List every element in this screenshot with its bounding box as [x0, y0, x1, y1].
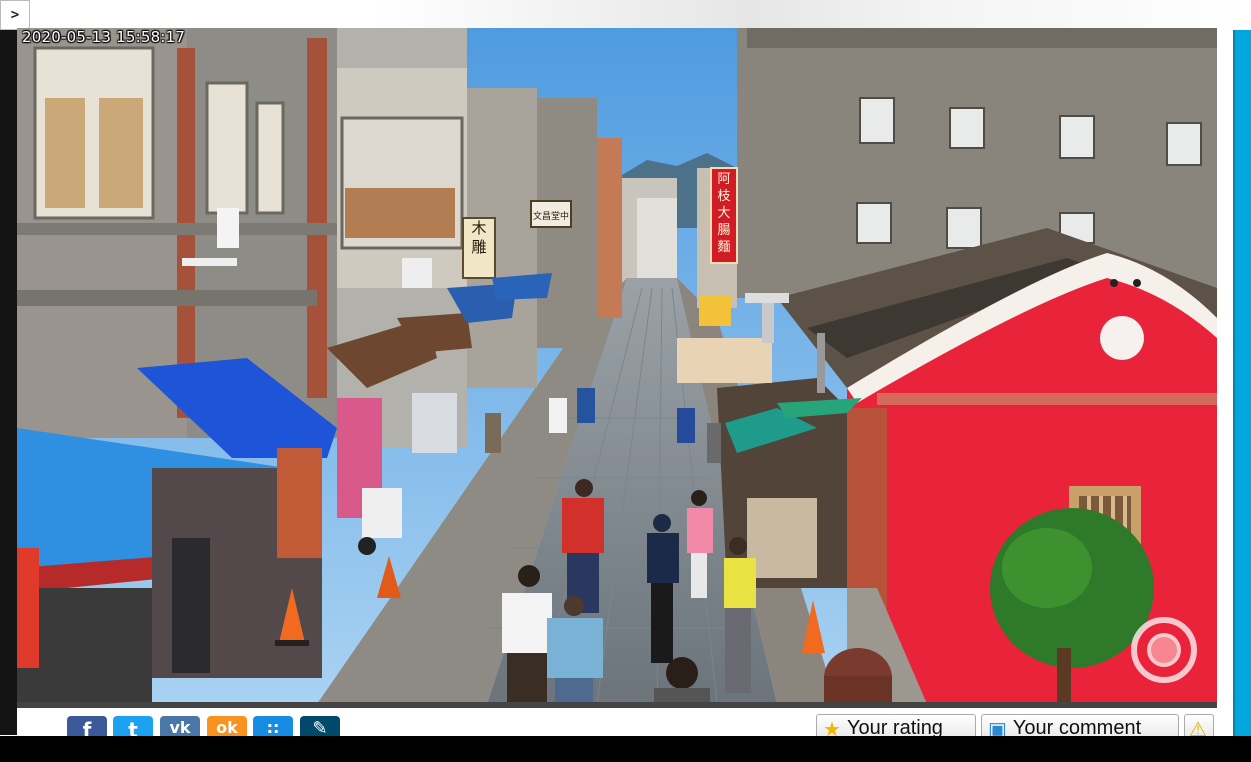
vk-icon: vk — [169, 718, 191, 737]
left-rail — [0, 30, 17, 735]
record-button[interactable] — [1131, 617, 1197, 683]
moimir-icon: :: — [266, 718, 280, 737]
scrollbar[interactable] — [1233, 30, 1251, 736]
video-timestamp: 2020-05-13 15:58:17 — [22, 28, 186, 46]
odnoklassniki-icon: ok — [216, 718, 238, 737]
street-scene: 木雕 文昌堂中 阿枝大腸麵 — [17, 28, 1217, 704]
bottom-bar — [0, 736, 1251, 762]
toolbar: f t vk ok :: ✎ ★ Your rating ▣ Your comm… — [17, 708, 1233, 742]
page: > 木雕 文昌堂中 阿枝大腸麵 2020-05-13 15:58:17 f t … — [0, 0, 1251, 762]
expand-panel-button[interactable]: > — [0, 0, 30, 30]
shop-sign-3: 阿枝大腸麵 — [717, 172, 730, 255]
record-icon — [1147, 633, 1181, 667]
top-strip — [0, 0, 1251, 28]
shop-sign-1: 木雕 — [471, 219, 486, 256]
shop-sign-2: 文昌堂中 — [533, 210, 569, 222]
webcam-video[interactable]: 木雕 文昌堂中 阿枝大腸麵 — [17, 28, 1217, 704]
